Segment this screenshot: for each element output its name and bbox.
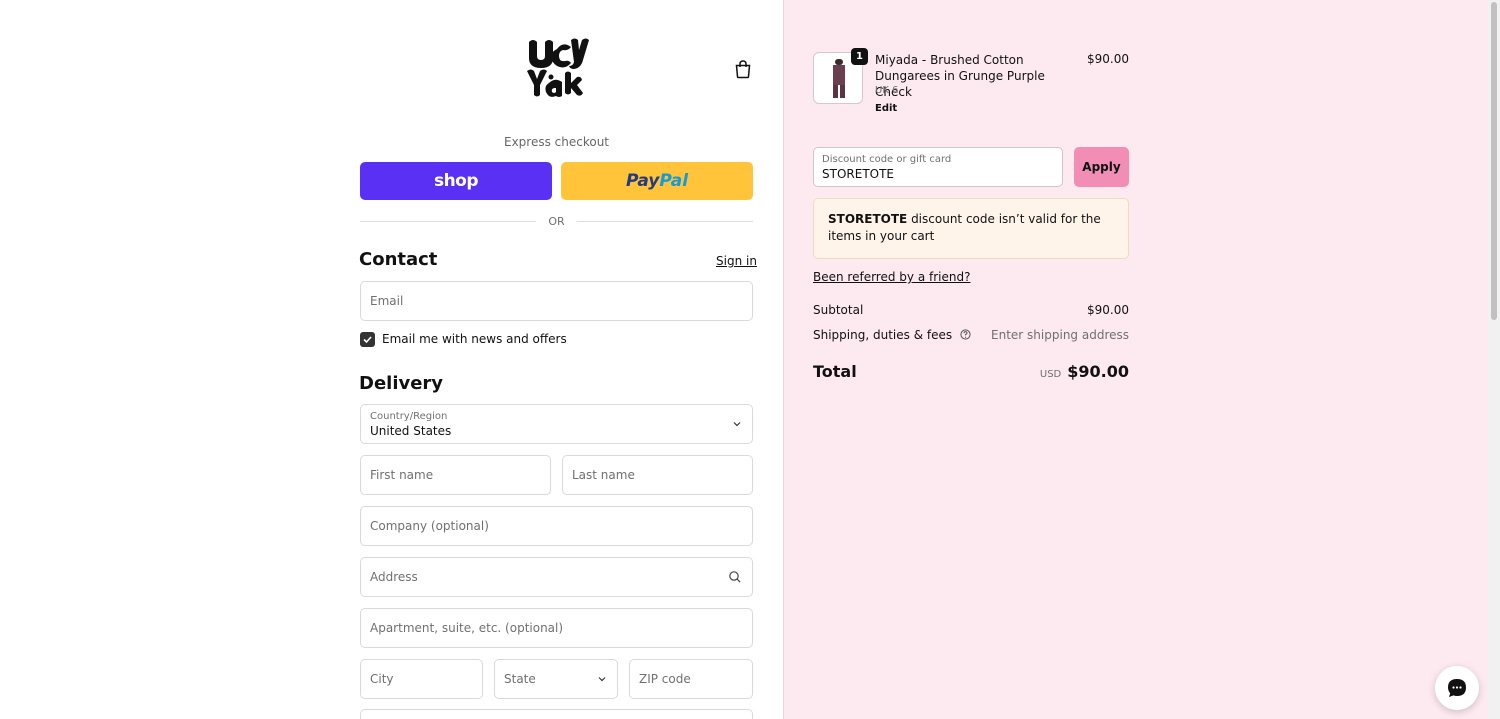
newsletter-label: Email me with news and offers (382, 332, 567, 346)
express-checkout-label: Express checkout (503, 135, 610, 149)
shopping-bag-icon[interactable] (732, 58, 754, 80)
shop-pay-button[interactable]: shop (360, 162, 552, 200)
quantity-badge: 1 (851, 48, 868, 65)
subtotal-label: Subtotal (813, 303, 864, 317)
discount-code-field[interactable]: Discount code or gift card STORETOTE (813, 147, 1063, 187)
divider-line (576, 220, 753, 222)
product-name: Miyada - Brushed Cotton Dungarees in Gru… (875, 53, 1045, 99)
delivery-heading: Delivery (359, 373, 444, 394)
scrollbar-thumb[interactable] (1491, 2, 1497, 320)
state-placeholder: State (504, 672, 536, 686)
newsletter-checkbox[interactable] (360, 332, 375, 347)
edit-item-link[interactable]: Edit (875, 103, 897, 114)
phone-field-partial[interactable] (360, 709, 753, 719)
last-name-placeholder: Last name (572, 468, 635, 482)
store-logo[interactable] (523, 37, 589, 101)
or-label: OR (548, 214, 565, 228)
subtotal-value: $90.00 (1087, 303, 1129, 317)
total-value: $90.00 (1067, 362, 1129, 381)
apartment-placeholder: Apartment, suite, etc. (optional) (370, 621, 564, 635)
first-name-placeholder: First name (370, 468, 434, 482)
chevron-down-icon (733, 422, 741, 427)
country-value: United States (370, 424, 452, 438)
total-amount: USD $90.00 (929, 362, 1129, 381)
country-label: Country/Region (370, 411, 448, 422)
company-field[interactable]: Company (optional) (360, 506, 753, 546)
product-price: $90.00 (1087, 52, 1129, 66)
discount-error-message: STORETOTE discount code isn’t valid for … (813, 198, 1129, 259)
discount-label: Discount code or gift card (822, 154, 952, 165)
page-scrollbar[interactable] (1488, 0, 1500, 719)
product-image (833, 59, 845, 98)
state-select[interactable]: State (494, 659, 618, 699)
apply-discount-button[interactable]: Apply (1074, 147, 1129, 187)
referral-link[interactable]: Been referred by a friend? (813, 270, 970, 284)
chat-widget-button[interactable] (1435, 666, 1479, 710)
search-icon (729, 571, 741, 583)
country-select[interactable]: Country/Region United States (360, 404, 753, 444)
or-divider: OR (360, 212, 753, 230)
contact-heading: Contact (359, 249, 438, 270)
address-field[interactable]: Address (360, 557, 753, 597)
chevron-down-icon (598, 677, 606, 682)
total-currency: USD (1039, 369, 1062, 380)
email-field[interactable]: Email (360, 281, 753, 321)
checkmark-icon (363, 336, 372, 344)
zip-placeholder: ZIP code (639, 672, 691, 686)
error-code: STORETOTE (828, 212, 908, 226)
discount-value: STORETOTE (822, 167, 894, 181)
paypal-logo-pay: Pay (625, 171, 660, 191)
last-name-field[interactable]: Last name (562, 455, 753, 495)
paypal-button[interactable]: Pay Pal (561, 162, 753, 200)
company-placeholder: Company (optional) (370, 519, 489, 533)
product-variant: UK 6 (875, 85, 899, 96)
paypal-logo-pal: Pal (659, 171, 689, 191)
total-label: Total (813, 362, 857, 381)
city-field[interactable]: City (360, 659, 483, 699)
first-name-field[interactable]: First name (360, 455, 551, 495)
address-placeholder: Address (370, 570, 418, 584)
chat-bubble-icon (1448, 679, 1466, 697)
zip-field[interactable]: ZIP code (629, 659, 753, 699)
shipping-value: Enter shipping address (991, 328, 1129, 342)
apartment-field[interactable]: Apartment, suite, etc. (optional) (360, 608, 753, 648)
apply-label: Apply (1082, 160, 1121, 174)
city-placeholder: City (370, 672, 394, 686)
sign-in-link[interactable]: Sign in (716, 254, 757, 268)
divider-line (360, 220, 537, 222)
shop-pay-label: shop (433, 171, 479, 191)
email-placeholder: Email (370, 294, 404, 308)
